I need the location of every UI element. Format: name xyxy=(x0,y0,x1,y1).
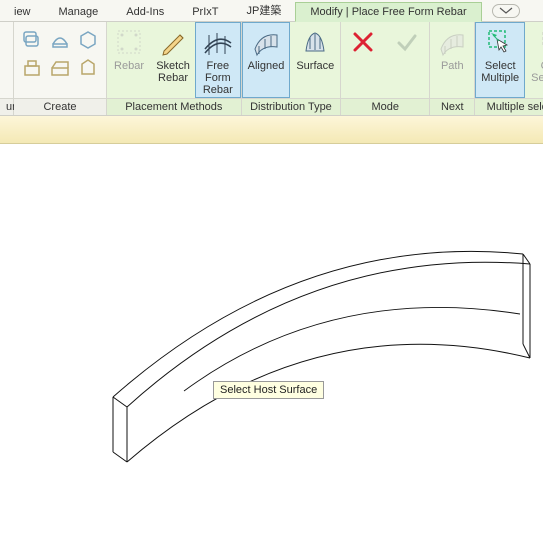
create-tool-6[interactable] xyxy=(76,56,100,80)
chevron-down-icon xyxy=(499,7,513,15)
surface-icon xyxy=(299,26,331,58)
surface-label: Surface xyxy=(296,60,334,72)
tab-addins[interactable]: Add-Ins xyxy=(112,3,178,21)
panel-title-partial: ure xyxy=(0,98,13,115)
ribbon-tabbar: iew Manage Add-Ins PrIxT JP建築 Modify | P… xyxy=(0,0,543,22)
aligned-icon xyxy=(250,26,282,58)
clear-selection-label: Clear Selection xyxy=(531,60,543,84)
check-icon xyxy=(391,26,423,58)
tab-manage[interactable]: Manage xyxy=(45,3,113,21)
panel-title-next: Next xyxy=(430,98,474,115)
clear-selection-icon xyxy=(538,26,543,58)
free-form-rebar-button[interactable]: Free Form Rebar xyxy=(195,22,241,98)
tab-jp[interactable]: JP建築 xyxy=(232,0,295,21)
panel-partial-left: ure xyxy=(0,22,14,115)
create-tool-1[interactable] xyxy=(20,28,44,52)
rebar-button: Rebar xyxy=(107,22,151,98)
panel-mode: Mode xyxy=(341,22,430,115)
select-multiple-label: Select Multiple xyxy=(481,60,519,84)
x-icon xyxy=(347,26,379,58)
panel-create: Create xyxy=(14,22,107,115)
select-multiple-icon xyxy=(484,26,516,58)
panel-title-multiple: Multiple selection xyxy=(475,98,543,115)
panel-next: Path Next xyxy=(430,22,475,115)
model-geometry xyxy=(0,144,543,539)
ribbon: ure Create Rebar xyxy=(0,22,543,116)
canvas-tooltip: Select Host Surface xyxy=(213,381,324,399)
rebar-label: Rebar xyxy=(114,60,144,72)
cancel-button[interactable] xyxy=(341,22,385,98)
create-small-icons xyxy=(14,22,106,98)
clear-selection-button: Clear Selection xyxy=(525,22,543,98)
finish-button xyxy=(385,22,429,98)
rebar-icon xyxy=(113,26,145,58)
options-bar xyxy=(0,116,543,144)
free-form-rebar-icon xyxy=(202,26,234,58)
panel-multiple-selection: Select Multiple Clear Selection Multiple… xyxy=(475,22,543,115)
panel-title-distribution: Distribution Type xyxy=(242,98,341,115)
tab-prixt[interactable]: PrIxT xyxy=(178,3,232,21)
panel-title-create: Create xyxy=(14,98,106,115)
surface-button[interactable]: Surface xyxy=(290,22,340,98)
panel-title-placement: Placement Methods xyxy=(107,98,241,115)
model-canvas[interactable]: Select Host Surface xyxy=(0,144,543,539)
panel-title-mode: Mode xyxy=(341,98,429,115)
path-button: Path xyxy=(430,22,474,98)
aligned-button[interactable]: Aligned xyxy=(242,22,291,98)
tab-modify-place-free-form-rebar[interactable]: Modify | Place Free Form Rebar xyxy=(295,2,481,22)
create-tool-3[interactable] xyxy=(76,28,100,52)
create-tool-5[interactable] xyxy=(48,56,72,80)
pencil-icon xyxy=(157,26,189,58)
sketch-rebar-button[interactable]: Sketch Rebar xyxy=(151,22,195,98)
ribbon-overflow-dropdown[interactable] xyxy=(492,4,520,18)
sketch-rebar-label: Sketch Rebar xyxy=(156,60,190,84)
free-form-rebar-label: Free Form Rebar xyxy=(201,60,235,96)
path-icon xyxy=(436,26,468,58)
create-tool-2[interactable] xyxy=(48,28,72,52)
panel-placement-methods: Rebar Sketch Rebar Free Form Rebar Place… xyxy=(107,22,242,115)
aligned-label: Aligned xyxy=(248,60,285,72)
panel-distribution-type: Aligned Surface Distribution Type xyxy=(242,22,342,115)
create-tool-4[interactable] xyxy=(20,56,44,80)
path-label: Path xyxy=(441,60,464,72)
select-multiple-button[interactable]: Select Multiple xyxy=(475,22,525,98)
tab-view[interactable]: iew xyxy=(0,3,45,21)
